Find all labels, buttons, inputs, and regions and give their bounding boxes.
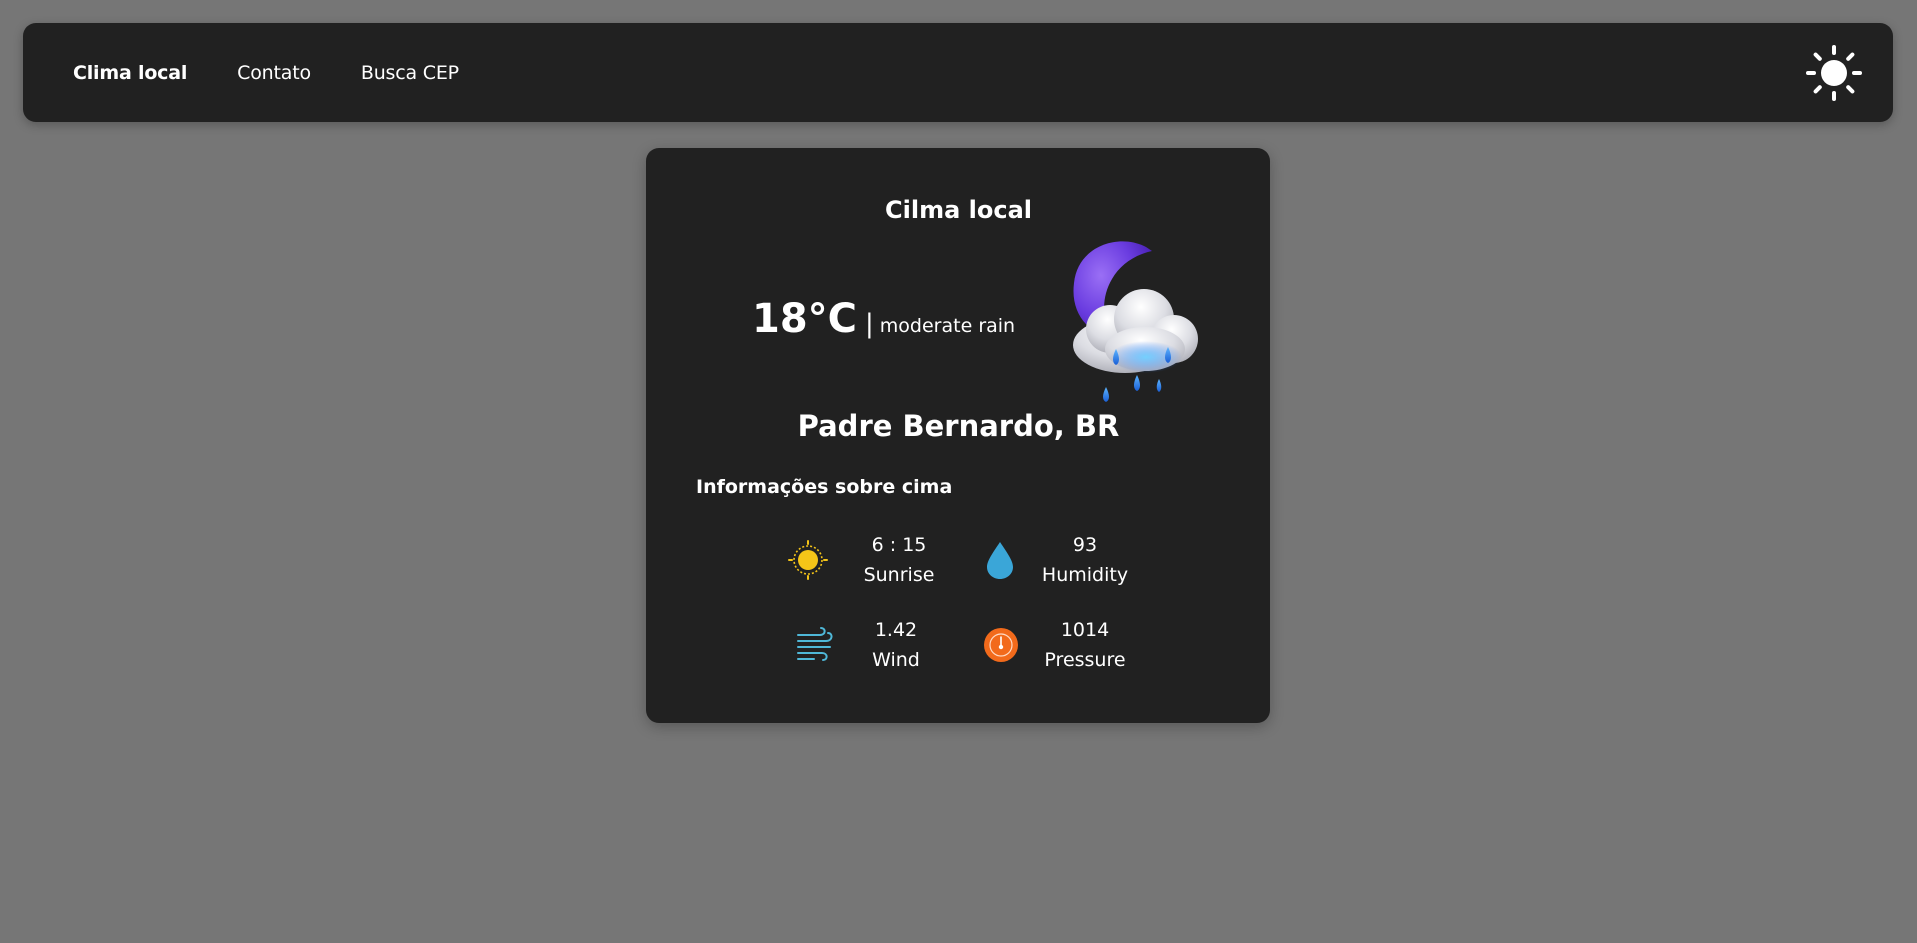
sunrise-label: Sunrise <box>863 564 935 586</box>
water-drop-icon <box>987 542 1013 579</box>
moon-cloud-rain-icon <box>1050 233 1218 405</box>
sunrise-icon <box>788 540 828 580</box>
pressure-label: Pressure <box>1044 649 1126 671</box>
info-wind-text: 1.42 Wind <box>856 615 936 675</box>
info-humidity: 93 Humidity <box>980 530 1180 592</box>
info-heading: Informações sobre cima <box>696 476 953 498</box>
card-title: Cilma local <box>885 196 1032 224</box>
nav-links: Clima local Contato Busca CEP <box>73 23 459 122</box>
theme-toggle-button[interactable] <box>1805 44 1863 102</box>
nav-link-contato[interactable]: Contato <box>237 62 311 84</box>
info-wind: 1.42 Wind <box>796 615 996 677</box>
humidity-value: 93 <box>1072 534 1098 556</box>
wind-value: 1.42 <box>874 619 918 641</box>
nav-link-busca-cep[interactable]: Busca CEP <box>361 62 459 84</box>
info-humidity-text: 93 Humidity <box>1030 530 1140 590</box>
temperature-value: 18°C <box>752 296 858 342</box>
location-name: Padre Bernardo, BR <box>797 409 1120 443</box>
info-pressure: 1014 Pressure <box>981 615 1181 677</box>
nav-link-clima-local[interactable]: Clima local <box>73 62 187 84</box>
temperature-row: 18°C | moderate rain <box>752 296 1015 342</box>
pressure-value: 1014 <box>1060 619 1110 641</box>
wind-label: Wind <box>872 649 920 671</box>
info-sunrise: 6 : 15 Sunrise <box>788 530 988 592</box>
info-pressure-text: 1014 Pressure <box>1030 615 1140 675</box>
wind-icon <box>797 627 833 661</box>
sun-icon <box>1806 45 1862 101</box>
humidity-label: Humidity <box>1041 564 1129 586</box>
sunrise-value: 6 : 15 <box>871 534 927 556</box>
top-navbar: Clima local Contato Busca CEP <box>23 23 1893 122</box>
weather-description: moderate rain <box>879 315 1016 337</box>
info-sunrise-text: 6 : 15 Sunrise <box>854 530 944 590</box>
pressure-gauge-icon <box>984 628 1018 662</box>
temperature-separator: | <box>865 309 874 339</box>
